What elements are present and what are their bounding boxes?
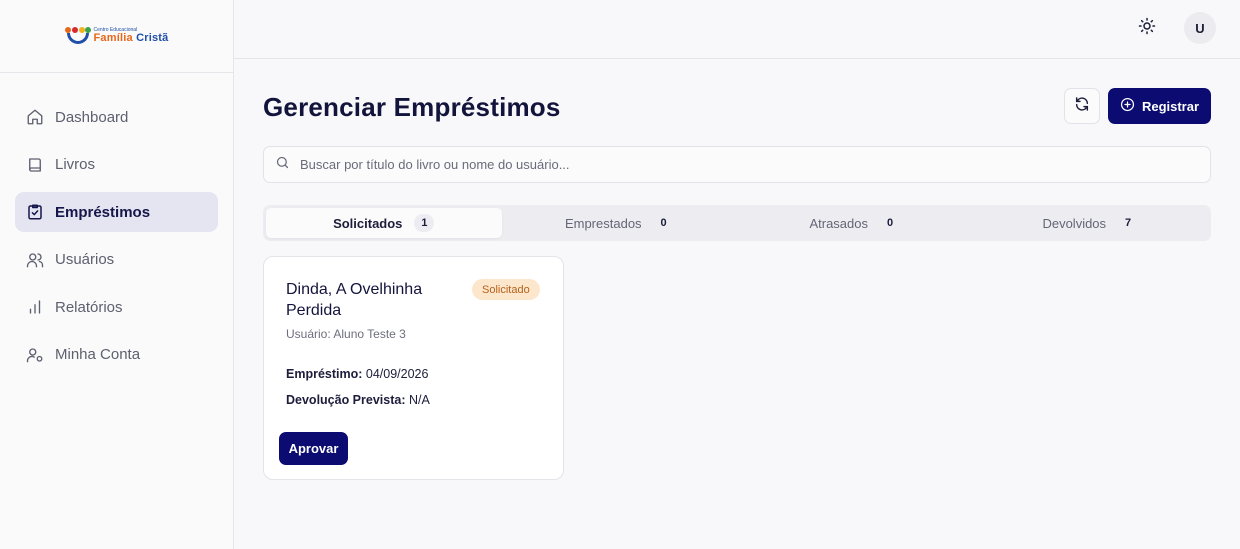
- user-cog-icon: [26, 346, 44, 364]
- approve-button[interactable]: Aprovar: [279, 432, 348, 465]
- bar-chart-icon: [26, 298, 44, 316]
- tab-solicitados[interactable]: Solicitados 1: [266, 208, 502, 238]
- tab-count-badge: 7: [1124, 217, 1132, 229]
- search-icon: [275, 155, 290, 175]
- sidebar-item-minha-conta[interactable]: Minha Conta: [15, 335, 218, 375]
- tab-count-badge: 1: [414, 214, 435, 232]
- register-button-label: Registrar: [1141, 98, 1200, 114]
- page-title: Gerenciar Empréstimos: [263, 92, 561, 122]
- sidebar-item-emprestimos[interactable]: Empréstimos: [15, 192, 218, 232]
- home-icon: [26, 108, 44, 126]
- refresh-button[interactable]: [1064, 88, 1100, 124]
- book-title: Dinda, A Ovelhinha Perdida: [286, 281, 423, 319]
- clipboard-check-icon: [26, 203, 44, 221]
- refresh-icon: [1074, 96, 1090, 117]
- tab-label: Atrasados: [809, 215, 869, 231]
- tab-count-badge: 0: [886, 217, 894, 229]
- sidebar-item-usuarios[interactable]: Usuários: [15, 240, 218, 280]
- status-badge: Solicitado: [472, 279, 540, 300]
- loan-date-label: Empréstimo:: [286, 367, 363, 381]
- sidebar-item-relatorios[interactable]: Relatórios: [15, 287, 218, 327]
- sidebar: Centro Educacional Família Cristã Dashbo…: [0, 0, 234, 549]
- sidebar-item-label: Usuários: [55, 251, 115, 268]
- tab-count-badge: 0: [660, 217, 667, 229]
- loan-date-value: 04/09/2026: [365, 367, 429, 381]
- brand-name-part2: Cristã: [136, 32, 169, 44]
- sidebar-item-label: Dashboard: [55, 108, 129, 126]
- brand-name-part1: Família: [93, 32, 133, 44]
- brand-logo[interactable]: Centro Educacional Família Cristã: [64, 27, 169, 45]
- brand-text: Centro Educacional Família Cristã: [94, 28, 169, 44]
- sidebar-item-dashboard[interactable]: Dashboard: [15, 97, 218, 137]
- due-date-label: Devolução Prevista:: [286, 393, 406, 407]
- loan-date-line: Empréstimo: 04/09/2026: [286, 367, 428, 381]
- plus-circle-icon: [1120, 97, 1135, 115]
- tab-label: Emprestados: [564, 215, 642, 231]
- top-bar: U: [234, 0, 1240, 59]
- loan-user: Usuário: Aluno Teste 3: [286, 327, 406, 341]
- users-icon: [26, 251, 44, 269]
- brand-name: Família Cristã: [94, 33, 169, 44]
- logo-area: Centro Educacional Família Cristã: [0, 0, 233, 73]
- loan-card: Dinda, A Ovelhinha Perdida Solicitado Us…: [263, 256, 564, 480]
- tab-atrasados[interactable]: Atrasados 0: [737, 208, 973, 238]
- sidebar-nav: Dashboard Livros Empréstimos Usuários Re…: [0, 73, 233, 406]
- brand-logo-mark: [64, 27, 91, 45]
- sidebar-item-label: Livros: [55, 156, 96, 173]
- tab-label: Solicitados: [333, 215, 403, 231]
- due-date-value: N/A: [408, 393, 430, 407]
- book-icon: [26, 156, 44, 174]
- avatar[interactable]: U: [1184, 12, 1216, 44]
- tab-devolvidos[interactable]: Devolvidos 7: [973, 208, 1209, 238]
- search-input[interactable]: [300, 157, 1180, 172]
- tab-label: Devolvidos: [1042, 215, 1107, 231]
- sidebar-item-livros[interactable]: Livros: [15, 145, 218, 185]
- sidebar-item-label: Relatórios: [55, 298, 123, 316]
- tab-emprestados[interactable]: Emprestados 0: [502, 208, 738, 238]
- loan-status-tabs: Solicitados 1 Emprestados 0 Atrasados 0 …: [263, 205, 1211, 241]
- register-button[interactable]: Registrar: [1108, 88, 1211, 124]
- due-date-line: Devolução Prevista: N/A: [286, 393, 430, 407]
- sidebar-item-label: Empréstimos: [55, 203, 151, 221]
- sun-icon: [1138, 17, 1156, 40]
- sidebar-item-label: Minha Conta: [55, 346, 141, 363]
- theme-toggle-button[interactable]: [1136, 17, 1158, 39]
- search-bar: [263, 146, 1211, 183]
